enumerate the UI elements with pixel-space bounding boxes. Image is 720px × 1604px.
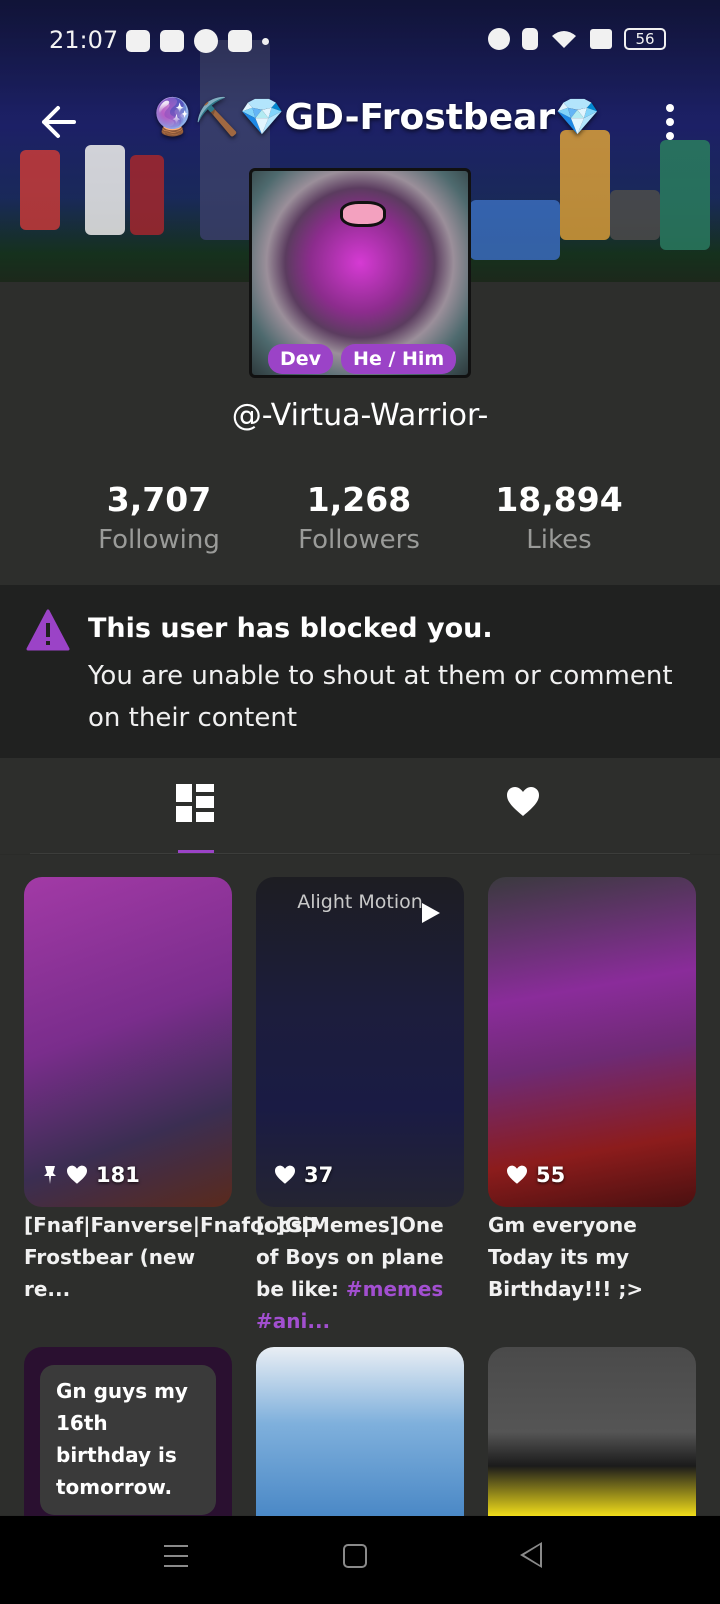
more-notifications-dot	[262, 37, 269, 45]
post-card[interactable]	[488, 1347, 696, 1517]
system-nav-bar	[0, 1516, 720, 1604]
post-text-preview: Gn guys my 16th birthday is tomorrow.	[40, 1365, 216, 1515]
post-card[interactable]: Alight Motion 37	[256, 877, 464, 1207]
post-caption-text: Gm everyone Today its my Birthday!!! ;>	[488, 1213, 644, 1301]
profile-screen: 21:07 56 🔮⛏️💎GD-Frostbear💎 Dev He / Him …	[0, 0, 720, 1604]
wifi-icon	[552, 31, 576, 48]
stat-likes[interactable]: 18,894 Likes	[459, 480, 659, 555]
youtube-icon	[228, 30, 252, 52]
tab-posts-grid-icon[interactable]	[176, 784, 216, 824]
profile-title: 🔮⛏️💎GD-Frostbear💎	[150, 97, 600, 138]
username: @-Virtua-Warrior-	[231, 398, 489, 433]
recents-menu-icon[interactable]	[164, 1545, 188, 1569]
app-notification-icon	[194, 29, 218, 53]
heart-icon	[507, 1165, 527, 1184]
youtube-icon	[160, 30, 184, 52]
followers-count: 1,268	[306, 480, 412, 519]
following-count: 3,707	[106, 480, 212, 519]
post-card[interactable]: 181	[24, 877, 232, 1207]
status-bar: 21:07 56	[0, 20, 720, 64]
home-icon[interactable]	[343, 1544, 367, 1568]
post-caption[interactable]: [ocs|Memes]One of Boys on plane be like:…	[256, 1209, 471, 1337]
profile-stats: 3,707 Following 1,268 Followers 18,894 L…	[0, 480, 720, 570]
heart-icon	[67, 1165, 87, 1184]
post-card[interactable]: 55	[488, 877, 696, 1207]
more-options-icon[interactable]	[660, 102, 680, 142]
profile-tabs	[0, 758, 720, 854]
heart-icon	[275, 1165, 295, 1184]
likes-count: 18,894	[495, 480, 623, 519]
warning-icon	[26, 609, 70, 651]
following-label: Following	[98, 525, 220, 555]
tabs-divider	[30, 853, 690, 854]
role-badge: Dev	[268, 344, 334, 374]
back-nav-icon[interactable]	[520, 1542, 542, 1568]
post-caption[interactable]: Gm everyone Today its my Birthday!!! ;>	[488, 1209, 703, 1305]
followers-label: Followers	[298, 525, 420, 555]
post-likes: 181	[96, 1163, 140, 1187]
post-likes: 37	[304, 1163, 334, 1187]
stat-followers[interactable]: 1,268 Followers	[259, 480, 459, 555]
alarm-icon	[488, 28, 510, 50]
pin-icon	[44, 1166, 56, 1184]
post-stats: 55	[506, 1163, 565, 1187]
avatar-bow	[340, 201, 386, 227]
likes-label: Likes	[526, 525, 592, 555]
vibrate-icon	[522, 28, 538, 50]
pronoun-badge: He / Him	[341, 344, 457, 374]
no-sim-icon	[590, 29, 612, 49]
back-arrow-icon[interactable]	[34, 98, 82, 146]
posts-grid: 181 [Fnaf|Fanverse|Fnafoc]GD Frostbear (…	[0, 855, 720, 1517]
profile-badges: Dev He / Him	[268, 344, 457, 374]
profile-header: 🔮⛏️💎GD-Frostbear💎	[0, 92, 720, 152]
tab-liked-heart-icon[interactable]	[506, 786, 540, 818]
post-card[interactable]: Gn guys my 16th birthday is tomorrow.	[24, 1347, 232, 1517]
post-caption[interactable]: [Fnaf|Fanverse|Fnafoc]GD Frostbear (new …	[24, 1209, 318, 1305]
discord-icon	[126, 30, 150, 52]
post-card[interactable]	[256, 1347, 464, 1517]
blocked-notice: This user has blocked you. You are unabl…	[0, 585, 720, 758]
post-stats: 181	[42, 1163, 140, 1187]
status-time: 21:07	[49, 26, 119, 54]
battery-icon: 56	[624, 28, 666, 50]
notice-title: This user has blocked you.	[88, 613, 493, 644]
play-icon	[422, 903, 440, 923]
post-stats: 37	[274, 1163, 333, 1187]
post-likes: 55	[536, 1163, 566, 1187]
stat-following[interactable]: 3,707 Following	[59, 480, 259, 555]
notice-text: You are unable to shout at them or comme…	[88, 661, 673, 733]
